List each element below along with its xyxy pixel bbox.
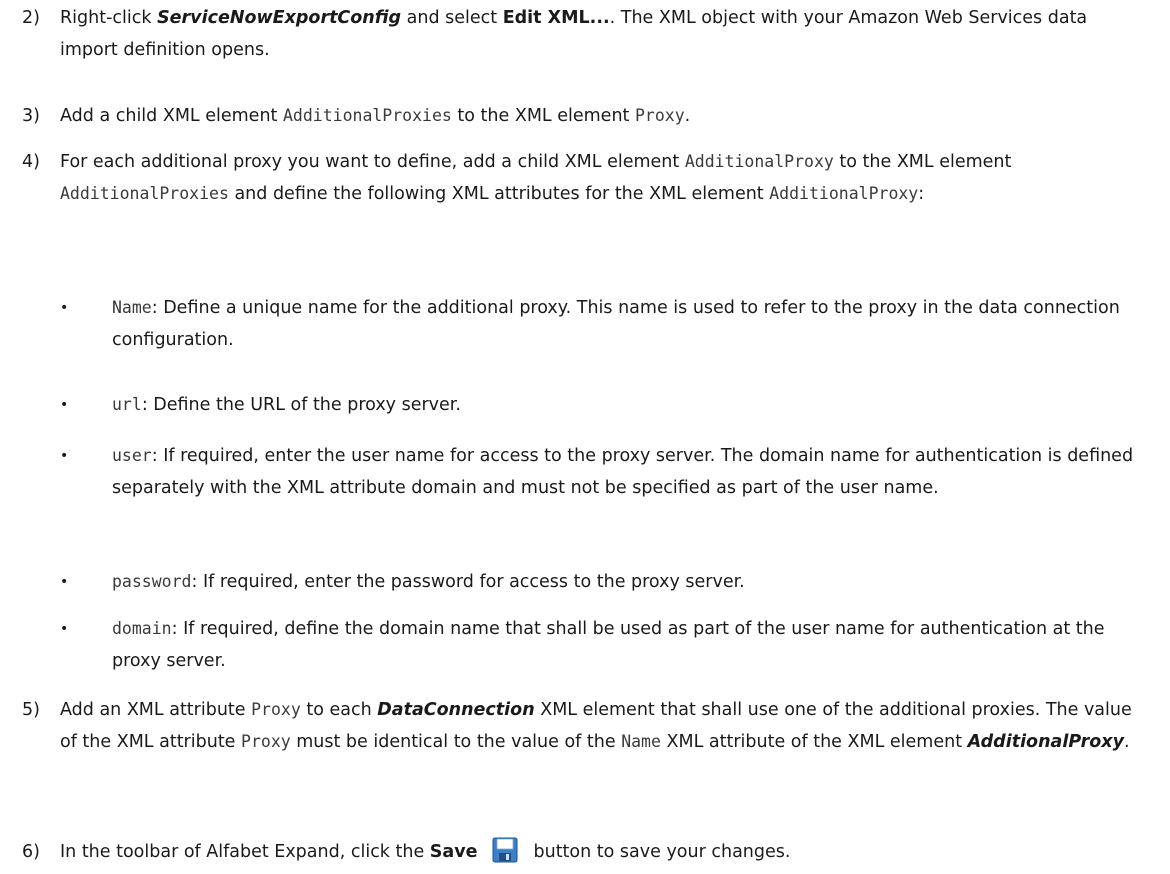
xml-element-code: Proxy (634, 106, 685, 125)
menu-command: Edit XML... (502, 8, 610, 28)
step-number: 3) (22, 106, 40, 126)
step-5: 5) Add an XML attribute Proxy to each Da… (0, 694, 1150, 758)
bullet: • (60, 574, 69, 590)
step-text: In the toolbar of Alfabet Expand, click … (60, 836, 1150, 874)
attribute-description: : If required, enter the password for ac… (191, 572, 745, 592)
attribute-item-user: • user: If required, enter the user name… (0, 440, 1150, 504)
xml-attribute-code: Proxy (241, 732, 291, 751)
step-6: 6) In the toolbar of Alfabet Expand, cli… (0, 836, 1150, 874)
xml-element-code: AdditionalProxy (769, 184, 919, 203)
attribute-code: Name (112, 298, 152, 317)
bullet: • (60, 621, 69, 637)
step-number: 5) (22, 700, 40, 720)
xml-element-code: AdditionalProxy (684, 152, 834, 171)
attribute-code: password (112, 572, 192, 591)
document-page: 2) Right-click ServiceNowExportConfig an… (0, 0, 1170, 874)
attribute-item-name: • Name: Define a unique name for the add… (0, 292, 1150, 356)
xml-attribute-code: Proxy (251, 700, 301, 719)
attribute-code: url (112, 395, 142, 414)
attribute-item-url: • url: Define the URL of the proxy serve… (0, 389, 1150, 421)
attribute-code: user (112, 446, 152, 465)
xml-element-name: AdditionalProxy (967, 732, 1124, 752)
attribute-item-password: • password: If required, enter the passw… (0, 566, 1150, 598)
xml-element-name: DataConnection (377, 700, 535, 720)
attribute-description: : If required, enter the user name for a… (112, 446, 1134, 498)
attribute-item-domain: • domain: If required, define the domain… (0, 613, 1150, 677)
xml-element-code: AdditionalProxies (282, 106, 452, 125)
attribute-description: : If required, define the domain name th… (112, 619, 1105, 671)
attribute-description: : Define a unique name for the additiona… (112, 298, 1120, 350)
attribute-description: : Define the URL of the proxy server. (141, 395, 461, 415)
step-number: 6) (22, 842, 40, 862)
bullet: • (60, 448, 69, 464)
step-text: For each additional proxy you want to de… (60, 152, 1012, 204)
step-number: 2) (22, 8, 40, 28)
step-text: Add an XML attribute Proxy to each DataC… (60, 700, 1132, 752)
xml-attribute-code: Name (621, 732, 661, 751)
step-3: 3) Add a child XML element AdditionalPro… (0, 100, 1150, 132)
step-number: 4) (22, 152, 40, 172)
step-text: Add a child XML element AdditionalProxie… (60, 106, 691, 126)
config-object-name: ServiceNowExportConfig (157, 8, 402, 28)
step-2: 2) Right-click ServiceNowExportConfig an… (0, 2, 1150, 66)
floppy-disk-save-icon (492, 837, 518, 874)
attribute-code: domain (112, 619, 172, 638)
step-4: 4) For each additional proxy you want to… (0, 146, 1150, 210)
xml-element-code: AdditionalProxies (60, 184, 229, 203)
step-text: Right-click ServiceNowExportConfig and s… (60, 8, 1088, 60)
button-name: Save (429, 842, 478, 862)
bullet: • (60, 300, 69, 316)
bullet: • (60, 397, 69, 413)
